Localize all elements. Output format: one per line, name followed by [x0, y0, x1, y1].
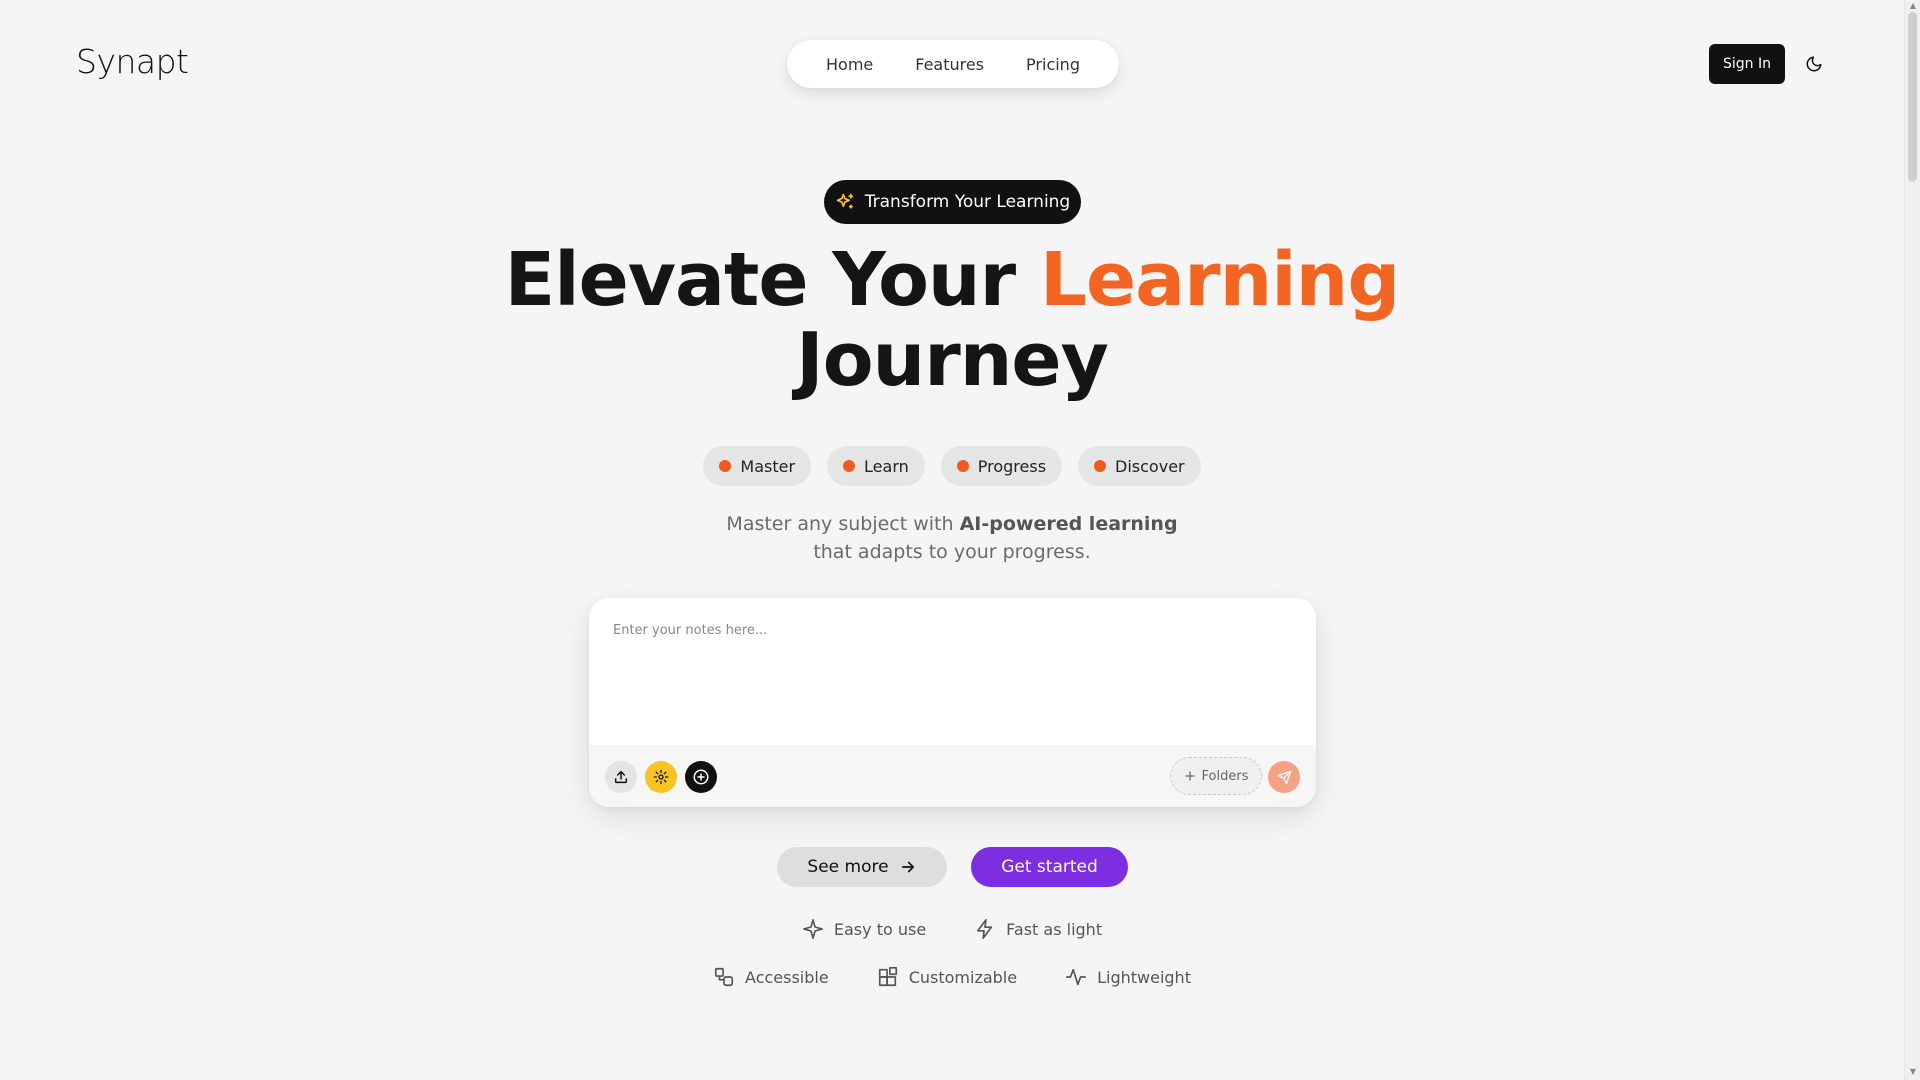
subtitle-after: that adapts to your progress.: [813, 541, 1091, 563]
feature-fast-as-light: Fast as light: [974, 918, 1102, 940]
feature-label: Easy to use: [833, 919, 927, 939]
page-title: Elevate Your Learning Journey: [452, 240, 1452, 400]
theme-toggle-button[interactable]: [1799, 49, 1829, 79]
feature-label: Accessible: [745, 967, 829, 987]
subtitle-before: Master any subject with: [726, 513, 960, 535]
chip-dot: [1094, 460, 1107, 472]
gear-icon: [653, 769, 669, 785]
features-row-1: Easy to use Fast as light: [0, 918, 1904, 940]
activity-icon: [1066, 968, 1087, 986]
chip-label: Learn: [864, 456, 909, 476]
hero-badge: Transform Your Learning: [824, 180, 1081, 224]
notes-card: Folders: [589, 598, 1316, 807]
headline-part2: Journey: [796, 317, 1109, 403]
chip-dot: [956, 460, 969, 472]
scroll-down-icon[interactable]: ▼: [1909, 1068, 1917, 1076]
chip-dot: [843, 460, 856, 472]
chip-label: Progress: [977, 456, 1047, 476]
plus-icon: [1184, 771, 1195, 781]
features-row-2: Accessible Customizable Lightweight: [0, 966, 1904, 988]
scroll-thumb[interactable]: [1908, 12, 1917, 182]
landing-page: Synapt Home Features Pricing Sign In Tra…: [0, 0, 1904, 1080]
shapes-icon: [714, 967, 734, 987]
feature-easy-to-use: Easy to use: [802, 918, 926, 940]
hero-badge-label: Transform Your Learning: [864, 192, 1071, 212]
sparkles-icon: [836, 193, 854, 209]
subtitle-bold: AI-powered learning: [959, 513, 1178, 535]
feature-label: Customizable: [908, 967, 1018, 987]
nav-home[interactable]: Home: [807, 47, 892, 82]
feature-customizable: Customizable: [877, 966, 1017, 988]
chip-label: Master: [740, 456, 796, 476]
add-button[interactable]: [685, 761, 717, 793]
feature-accessible: Accessible: [713, 966, 829, 988]
chip-master[interactable]: Master: [703, 446, 812, 486]
topic-chips: Master Learn Progress Discover: [0, 446, 1904, 486]
chip-learn[interactable]: Learn: [827, 446, 925, 486]
headline-part1: Elevate Your: [504, 237, 1040, 323]
feature-label: Fast as light: [1006, 919, 1103, 939]
upload-icon: [614, 770, 628, 784]
nav-pricing[interactable]: Pricing: [1007, 47, 1099, 82]
upload-button[interactable]: [605, 761, 637, 793]
sign-in-button[interactable]: Sign In: [1709, 44, 1785, 84]
see-more-button[interactable]: See more: [777, 847, 947, 887]
see-more-label: See more: [807, 857, 889, 877]
sparkle-icon: [802, 919, 823, 939]
headline-accent: Learning: [1039, 237, 1400, 323]
scroll-up-icon[interactable]: ▲: [1909, 2, 1917, 10]
main-nav: Home Features Pricing: [787, 40, 1119, 88]
send-button[interactable]: [1268, 761, 1300, 793]
chip-label: Discover: [1115, 456, 1185, 476]
hero-subtitle: Master any subject with AI-powered learn…: [0, 510, 1904, 566]
chip-dot: [719, 460, 732, 472]
moon-icon: [1806, 56, 1822, 72]
plus-circle-icon: [693, 769, 709, 785]
get-started-button[interactable]: Get started: [971, 847, 1128, 887]
settings-button[interactable]: [645, 761, 677, 793]
notes-toolbar: Folders: [589, 745, 1316, 807]
folders-button[interactable]: Folders: [1170, 757, 1262, 795]
chip-discover[interactable]: Discover: [1078, 446, 1201, 486]
nav-features[interactable]: Features: [896, 47, 1003, 82]
send-icon: [1277, 770, 1291, 784]
feature-label: Lightweight: [1097, 967, 1191, 987]
notes-input[interactable]: [589, 598, 1316, 745]
folders-label: Folders: [1201, 768, 1249, 784]
chip-progress[interactable]: Progress: [940, 446, 1063, 486]
page-scrollbar[interactable]: ▲ ▼: [1904, 0, 1920, 1080]
arrow-right-icon: [901, 861, 914, 873]
blocks-icon: [878, 967, 897, 987]
feature-lightweight: Lightweight: [1065, 966, 1191, 988]
lightning-icon: [977, 919, 993, 939]
logo[interactable]: Synapt: [76, 42, 189, 81]
